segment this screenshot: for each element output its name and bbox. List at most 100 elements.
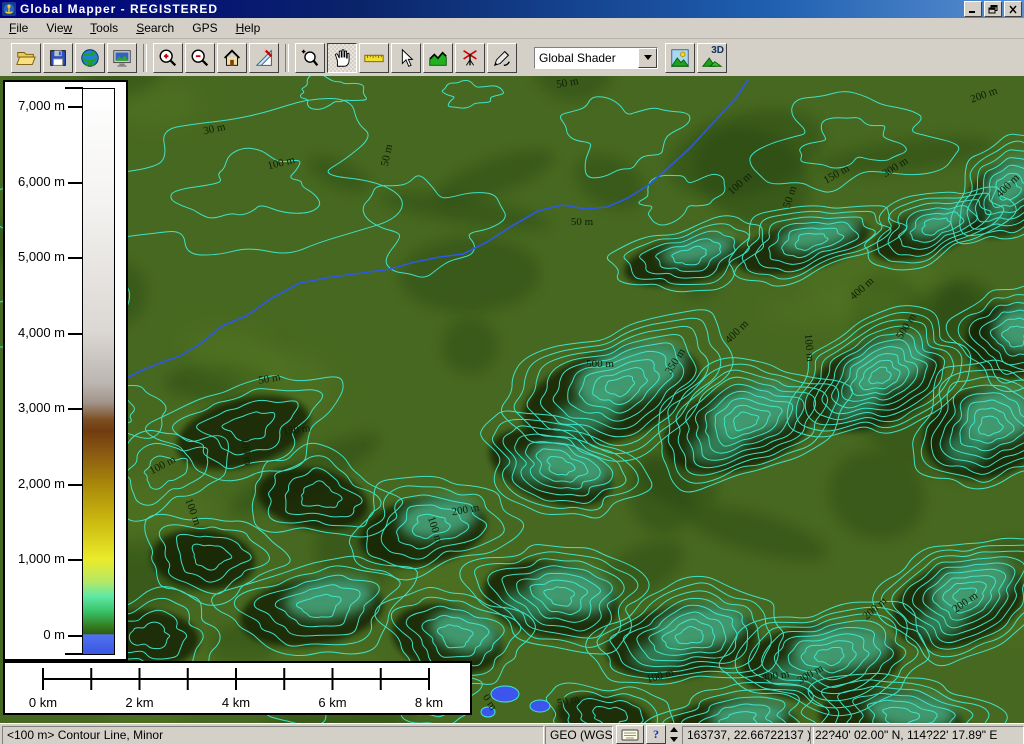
scalebar-label: 0 km <box>29 695 57 710</box>
zoom-out-button[interactable] <box>185 43 215 73</box>
zoom-to-scale-button[interactable] <box>249 43 279 73</box>
elevation-gradient-bar <box>82 88 115 655</box>
elevation-legend: 7,000 m 6,000 m 5,000 m 4,000 m 3,000 m 2,000… <box>3 80 128 661</box>
scalebar-label: 6 km <box>318 695 346 710</box>
legend-label: 4,000 m <box>18 325 65 340</box>
path-profile-button[interactable] <box>423 43 453 73</box>
scalebar-label: 8 km <box>415 695 443 710</box>
pointer-arrow-icon <box>395 47 417 69</box>
toolbar-separator <box>143 44 147 72</box>
contour-label: 500 m <box>586 358 614 370</box>
zoom-tool-button[interactable] <box>295 43 325 73</box>
legend-tick <box>65 87 83 89</box>
overlay-monitor-icon <box>111 47 133 69</box>
shader-dropdown-value: Global Shader <box>535 51 638 65</box>
3d-view-button[interactable]: 3D <box>697 43 727 73</box>
menu-file[interactable]: File <box>0 19 37 37</box>
scalebar-label: 2 km <box>125 695 153 710</box>
profile-chart-icon <box>427 47 449 69</box>
antenna-icon <box>459 47 481 69</box>
menu-view[interactable]: View <box>37 19 81 37</box>
legend-label: 1,000 m <box>18 551 65 566</box>
globe-icon <box>79 47 101 69</box>
menu-bar: FileViewToolsSearchGPSHelp <box>0 18 1024 39</box>
contour-label: 100 m <box>802 333 816 362</box>
legend-tick <box>68 408 82 410</box>
menu-tools[interactable]: Tools <box>81 19 127 37</box>
coordinate-spinner[interactable] <box>668 727 679 742</box>
legend-tick <box>68 257 82 259</box>
select-tool-button[interactable] <box>391 43 421 73</box>
pen-icon <box>491 47 513 69</box>
legend-tick <box>68 484 82 486</box>
legend-tick <box>68 106 82 108</box>
app-icon <box>2 2 16 16</box>
keyboard-icon <box>621 729 639 741</box>
legend-label: 6,000 m <box>18 174 65 189</box>
spin-up-icon <box>670 727 678 732</box>
3d-label: 3D <box>711 45 724 56</box>
restore-button[interactable] <box>984 1 1002 17</box>
question-mark-icon: ? <box>653 727 659 742</box>
2d-view-button[interactable] <box>665 43 695 73</box>
shader-dropdown[interactable]: Global Shader <box>534 47 658 69</box>
world-data-button[interactable] <box>75 43 105 73</box>
pan-tool-button[interactable] <box>327 43 357 73</box>
menu-search[interactable]: Search <box>127 19 183 37</box>
status-dms-coords: 22?40' 02.00" N, 114?22' 17.89" E <box>810 726 1024 744</box>
legend-label: 2,000 m <box>18 476 65 491</box>
restore-icon <box>988 5 998 14</box>
save-button[interactable] <box>43 43 73 73</box>
close-icon <box>1008 5 1018 14</box>
menu-gps[interactable]: GPS <box>183 19 226 37</box>
open-file-button[interactable] <box>11 43 41 73</box>
legend-tick <box>65 653 83 655</box>
home-icon <box>221 47 243 69</box>
window-title: Global Mapper - REGISTERED <box>20 2 962 16</box>
legend-tick <box>68 333 82 335</box>
help-button[interactable]: ? <box>646 725 666 744</box>
application-window: Global Mapper - REGISTERED FileViewTools… <box>0 0 1024 744</box>
digitizer-tool-button[interactable] <box>487 43 517 73</box>
status-projection: GEO (WGS84 <box>545 726 613 744</box>
open-folder-icon <box>15 47 37 69</box>
toolbar: Global Shader 3D <box>0 39 1024 77</box>
magnifier-icon <box>299 47 321 69</box>
menu-help[interactable]: Help <box>227 19 270 37</box>
set-square-pencil-icon <box>253 47 275 69</box>
landscape-image-icon <box>669 47 691 69</box>
keyboard-button[interactable] <box>616 725 644 744</box>
legend-tick <box>68 559 82 561</box>
measure-tool-button[interactable] <box>359 43 389 73</box>
toolbar-separator <box>285 44 289 72</box>
hand-icon <box>331 47 353 69</box>
minimize-icon <box>968 5 978 14</box>
contour-label: 50 m <box>571 216 594 228</box>
overlay-control-button[interactable] <box>107 43 137 73</box>
legend-label: 5,000 m <box>18 249 65 264</box>
zoom-in-button[interactable] <box>153 43 183 73</box>
legend-label: 3,000 m <box>18 400 65 415</box>
close-button[interactable] <box>1004 1 1022 17</box>
status-feature: <100 m> Contour Line, Minor <box>2 726 544 744</box>
legend-tick <box>68 635 82 637</box>
legend-label: 7,000 m <box>18 98 65 113</box>
map-canvas[interactable]: 30 m100 m50 m50 m50 m50 m100 m150 m300 m… <box>0 76 1024 723</box>
scalebar-label: 4 km <box>222 695 250 710</box>
title-bar: Global Mapper - REGISTERED <box>0 0 1024 18</box>
view-shed-button[interactable] <box>455 43 485 73</box>
status-native-coords: 163737, 22.66722137 ) <box>682 726 814 744</box>
ruler-icon <box>363 47 385 69</box>
status-bar: <100 m> Contour Line, Minor GEO (WGS84 ?… <box>0 723 1024 744</box>
zoom-in-icon <box>157 47 179 69</box>
legend-label: 0 m <box>43 627 65 642</box>
save-floppy-icon <box>47 47 69 69</box>
spin-down-icon <box>670 737 678 742</box>
scale-bar: 0 km 2 km 4 km 6 km 8 km <box>3 661 472 715</box>
dropdown-button[interactable] <box>638 48 657 68</box>
chevron-down-icon <box>644 55 652 60</box>
minimize-button[interactable] <box>964 1 982 17</box>
legend-tick <box>68 182 82 184</box>
full-view-button[interactable] <box>217 43 247 73</box>
zoom-out-icon <box>189 47 211 69</box>
